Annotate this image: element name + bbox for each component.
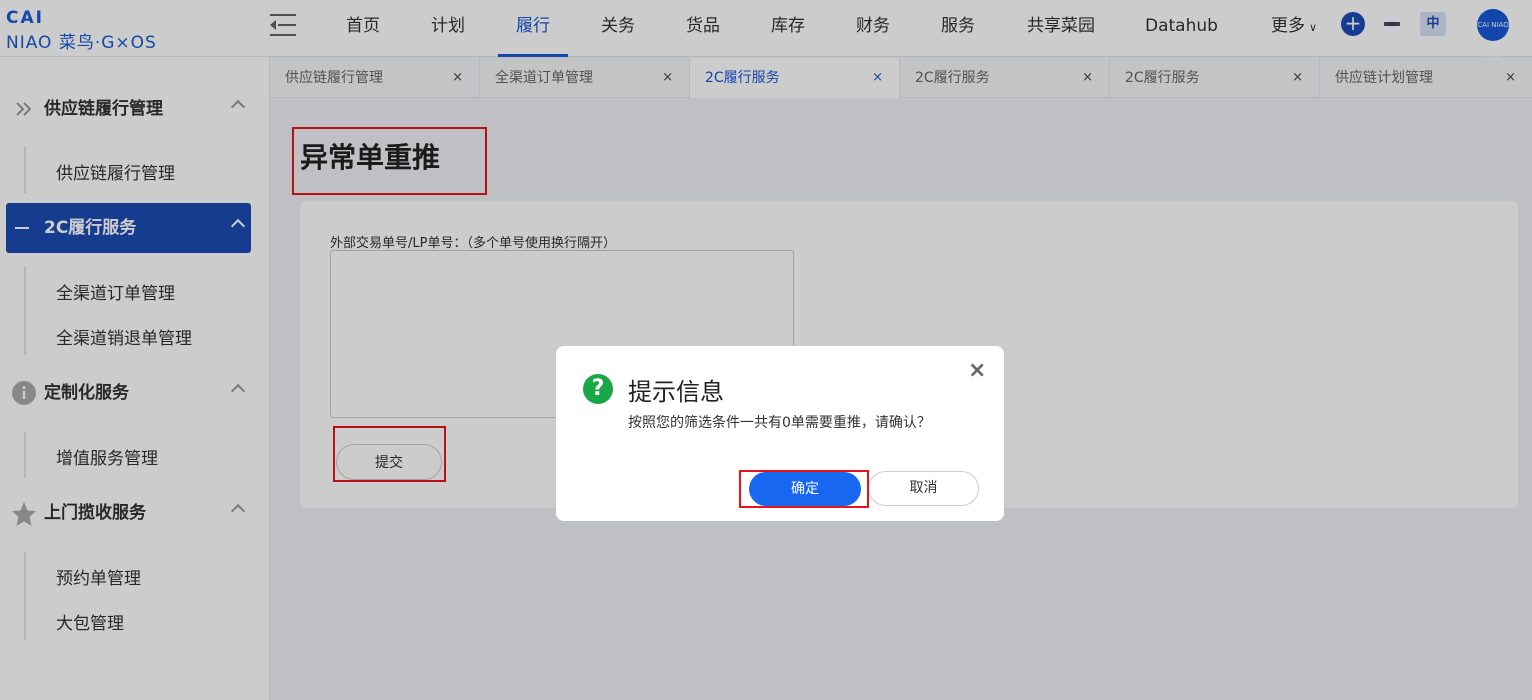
confirm-button[interactable]: 确定 [749,472,861,506]
cancel-button[interactable]: 取消 [868,471,979,506]
dialog-message: 按照您的筛选条件一共有0单需要重推，请确认？ [628,415,931,431]
close-icon[interactable]: × [968,358,986,383]
confirm-dialog: ? 提示信息 按照您的筛选条件一共有0单需要重推，请确认？ × 确定 取消 [556,346,1004,521]
dialog-title: 提示信息 [628,378,724,406]
question-icon: ? [583,374,613,404]
